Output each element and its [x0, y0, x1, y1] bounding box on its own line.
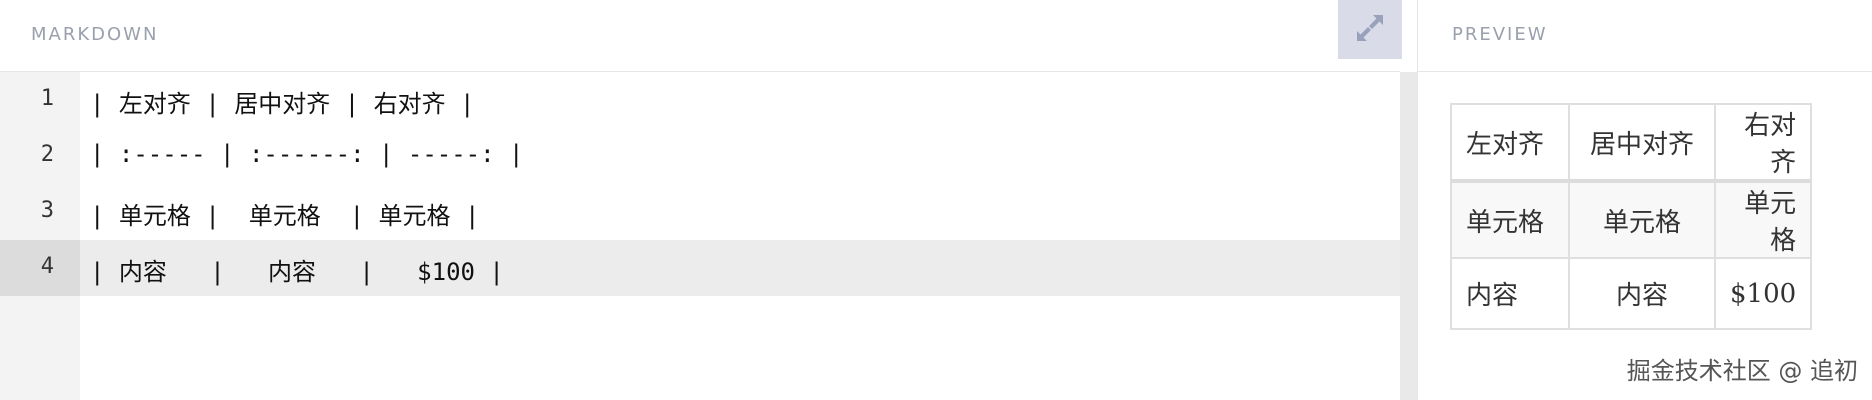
preview-pane: PREVIEW 左对齐 居中对齐 右对齐 单元格 单元格 单元格 内容 内容 $…: [1417, 0, 1872, 400]
code-line-text: | 内容 | 内容 | $100 |: [90, 258, 504, 286]
code-line-text: | 单元格 | 单元格 | 单元格 |: [90, 202, 480, 230]
table-header-cell: 右对齐: [1713, 103, 1813, 183]
table-row: 内容 内容 $100: [1450, 257, 1813, 330]
code-line-text: | 左对齐 | 居中对齐 | 右对齐 |: [90, 90, 475, 118]
preview-title: PREVIEW: [1452, 24, 1548, 45]
table-cell: 内容: [1568, 257, 1716, 330]
preview-table: 左对齐 居中对齐 右对齐 单元格 单元格 单元格 内容 内容 $100: [1450, 103, 1813, 330]
expand-button[interactable]: [1338, 0, 1402, 59]
editor-title: MARKDOWN: [31, 24, 159, 45]
line-number-cell: 2: [0, 128, 80, 184]
table-header-cell: 居中对齐: [1568, 103, 1716, 183]
table-header-row: 左对齐 居中对齐 右对齐: [1450, 103, 1813, 183]
line-number: 3: [40, 198, 54, 223]
table-cell: 单元格: [1568, 180, 1716, 259]
table-cell: $100: [1713, 257, 1813, 330]
editor-header: MARKDOWN: [0, 0, 1400, 72]
table-cell: 内容: [1450, 257, 1570, 330]
table-cell: 单元格: [1450, 180, 1570, 259]
line-number-cell: 3: [0, 184, 80, 240]
code-line[interactable]: 3 | 单元格 | 单元格 | 单元格 |: [0, 184, 1400, 240]
code-line[interactable]: 1 | 左对齐 | 居中对齐 | 右对齐 |: [0, 72, 1400, 128]
code-line[interactable]: 2 | :----- | :------: | -----: |: [0, 128, 1400, 184]
table-header-cell: 左对齐: [1450, 103, 1570, 183]
editor-scrollbar[interactable]: [1400, 72, 1417, 400]
line-number: 4: [40, 254, 54, 279]
code-line-active[interactable]: 4 | 内容 | 内容 | $100 |: [0, 240, 1400, 296]
code-line-text: | :----- | :------: | -----: |: [90, 140, 524, 168]
line-number-cell: 4: [0, 240, 80, 296]
watermark: 掘金技术社区 @ 追初: [1626, 357, 1858, 385]
line-number: 2: [40, 142, 54, 167]
expand-arrows-icon: [1353, 11, 1387, 49]
preview-header: PREVIEW: [1418, 0, 1872, 72]
markdown-editor-pane: MARKDOWN 1 | 左对齐 | 居中对齐 | 右对齐 | 2 | :---…: [0, 0, 1402, 400]
table-row: 单元格 单元格 单元格: [1450, 180, 1813, 259]
line-number: 1: [40, 86, 54, 111]
line-number-cell: 1: [0, 72, 80, 128]
table-cell: 单元格: [1713, 180, 1813, 259]
